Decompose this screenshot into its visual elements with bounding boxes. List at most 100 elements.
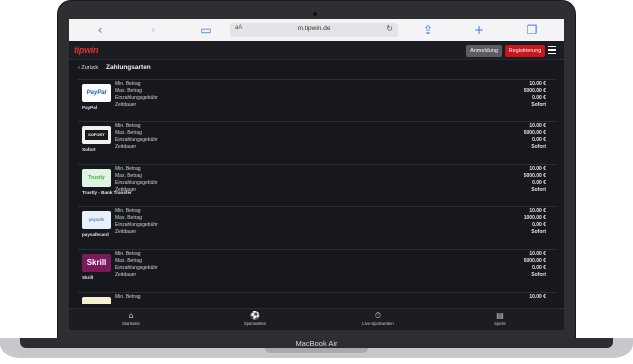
share-icon[interactable]: ⇪ [421, 23, 435, 37]
tab-live-sportwetten[interactable]: ⏱ Live-Sportwetten [348, 311, 408, 327]
reload-icon[interactable]: ↻ [386, 24, 393, 33]
tab-label: Startseite [122, 321, 140, 326]
forward-icon[interactable]: › [146, 23, 160, 37]
tab-label: Live-Sportwetten [362, 321, 394, 326]
min-label: Min. Betrag [115, 251, 141, 257]
min-label: Min. Betrag [115, 166, 141, 172]
min-value: 10.00 € [529, 251, 546, 257]
model-label: MacBook Air [295, 339, 338, 348]
tabs-icon[interactable]: ❐ [525, 23, 539, 37]
soccer-ball-icon: ⚽ [250, 311, 260, 320]
max-label: Max. Betrag [115, 173, 142, 179]
duration-label: Zeitdauer [115, 102, 137, 108]
field-values: 10.00 € 5000.00 € 0.00 € Sofort [524, 81, 546, 109]
stopwatch-icon: ⏱ [374, 311, 382, 320]
min-value: 10.00 € [529, 208, 546, 214]
site-header: tipwin Anmeldung Registrierung [69, 41, 564, 60]
field-values: 10.00 € 5000.00 € 0.00 € Sofort [524, 166, 546, 194]
field-labels: Min. Betrag Max. Betrag Einzahlungsgebüh… [115, 251, 158, 279]
payment-method-row[interactable]: Skrill Skrill Min. Betrag Max. Betrag Ei… [78, 249, 556, 290]
payment-method-row[interactable]: PayPal PayPal Min. Betrag Max. Betrag Ei… [78, 79, 556, 120]
field-labels: Min. Betrag Max. Betrag Einzahlungsgebüh… [115, 166, 158, 194]
laptop-notch [265, 348, 368, 353]
min-label: Min. Betrag [115, 123, 141, 129]
fee-label: Einzahlungsgebühr [115, 222, 158, 228]
max-value: 1000.00 € [523, 215, 546, 221]
min-value: 10.00 € [529, 123, 546, 129]
duration-value: Sofort [531, 272, 546, 278]
min-label: Min. Betrag [115, 81, 141, 87]
duration-label: Zeitdauer [115, 272, 137, 278]
tab-label: Spiele [494, 321, 506, 326]
min-value: 10.00 € [529, 166, 546, 172]
duration-value: Sofort [531, 229, 546, 235]
home-icon: ⌂ [128, 311, 134, 320]
payment-method-row[interactable]: paysafe paysafecard Min. Betrag Max. Bet… [78, 206, 556, 247]
fee-value: 0.00 € [532, 95, 546, 101]
hamburger-menu-icon[interactable] [548, 46, 556, 54]
max-value: 5000.00 € [523, 88, 546, 94]
field-labels: Min. Betrag Max. Betrag Einzahlungsgebüh… [115, 81, 158, 109]
fee-label: Einzahlungsgebühr [115, 95, 158, 101]
payment-method-row[interactable]: SOFORT Sofort Min. Betrag Max. Betrag Ei… [78, 121, 556, 162]
fee-label: Einzahlungsgebühr [115, 137, 158, 143]
new-tab-icon[interactable]: + [472, 23, 486, 37]
min-label: Min. Betrag [115, 208, 141, 214]
field-labels: Min. Betrag Max. Betrag Einzahlungsgebüh… [115, 123, 158, 151]
duration-value: Sofort [531, 144, 546, 150]
paypal-logo: PayPal [82, 84, 111, 102]
url-text: m.tipwin.de [297, 25, 331, 32]
bookmarks-icon[interactable]: ▭ [199, 23, 213, 37]
max-value: 5000.00 € [523, 258, 546, 264]
max-label: Max. Betrag [115, 130, 142, 136]
fee-value: 0.00 € [532, 137, 546, 143]
min-value: 10.00 € [529, 294, 546, 300]
fee-label: Einzahlungsgebühr [115, 265, 158, 271]
sofort-logo-text: SOFORT [85, 130, 108, 140]
tab-spiele[interactable]: ▤ Spiele [470, 311, 530, 327]
duration-label: Zeitdauer [115, 187, 137, 193]
fee-label: Einzahlungsgebühr [115, 180, 158, 186]
payment-methods-list: PayPal PayPal Min. Betrag Max. Betrag Ei… [78, 79, 556, 304]
payment-method-row[interactable]: Min. Betrag 10.00 € [78, 292, 556, 304]
payment-method-name: Skrill [82, 275, 94, 280]
screen: ‹ › ▭ aA m.tipwin.de ↻ ⇪ + ❐ tipwin Anme… [69, 19, 564, 330]
tab-sportwetten[interactable]: ⚽ Sportwetten [225, 311, 285, 327]
browser-toolbar: ‹ › ▭ aA m.tipwin.de ↻ ⇪ + ❐ [69, 19, 564, 42]
field-values: 10.00 € 1000.00 € 0.00 € Sofort [524, 208, 546, 236]
slot-machine-icon: ▤ [496, 311, 504, 320]
login-button[interactable]: Anmeldung [466, 45, 502, 57]
duration-value: Sofort [531, 102, 546, 108]
payment-method-row[interactable]: Trustly Trustly - Bank Transfer Min. Bet… [78, 164, 556, 205]
skrill-logo: Skrill [82, 254, 111, 272]
max-label: Max. Betrag [115, 258, 142, 264]
camera-icon [313, 12, 317, 16]
fee-value: 0.00 € [532, 265, 546, 271]
min-value: 10.00 € [529, 81, 546, 87]
register-button[interactable]: Registrierung [505, 45, 545, 57]
sofort-logo: SOFORT [82, 126, 111, 144]
paysafecard-logo: paysafe [82, 211, 111, 229]
tab-label: Sportwetten [243, 321, 267, 326]
payment-logo [82, 297, 111, 304]
field-values: 10.00 € 5000.00 € 0.00 € Sofort [524, 123, 546, 151]
page-subheader: ‹ Zurück Zahlungsarten [69, 60, 564, 77]
max-label: Max. Betrag [115, 215, 142, 221]
bottom-tab-bar: ⌂ Startseite ⚽ Sportwetten ⏱ Live-Sportw… [69, 308, 564, 330]
field-labels: Min. Betrag Max. Betrag Einzahlungsgebüh… [115, 208, 158, 236]
trustly-logo: Trustly [82, 169, 111, 187]
duration-label: Zeitdauer [115, 144, 137, 150]
back-link[interactable]: ‹ Zurück [78, 65, 98, 71]
tab-startseite[interactable]: ⌂ Startseite [101, 311, 161, 327]
site-logo[interactable]: tipwin [74, 45, 99, 55]
address-bar[interactable]: aA m.tipwin.de ↻ [230, 23, 398, 37]
payment-method-name: paysafecard [82, 232, 109, 237]
min-label: Min. Betrag [115, 294, 141, 300]
max-value: 5000.00 € [523, 130, 546, 136]
max-value: 5000.00 € [523, 173, 546, 179]
field-values: 10.00 € [529, 294, 546, 301]
duration-label: Zeitdauer [115, 229, 137, 235]
fee-value: 0.00 € [532, 180, 546, 186]
back-icon[interactable]: ‹ [93, 23, 107, 37]
payment-method-name: Sofort [82, 147, 96, 152]
